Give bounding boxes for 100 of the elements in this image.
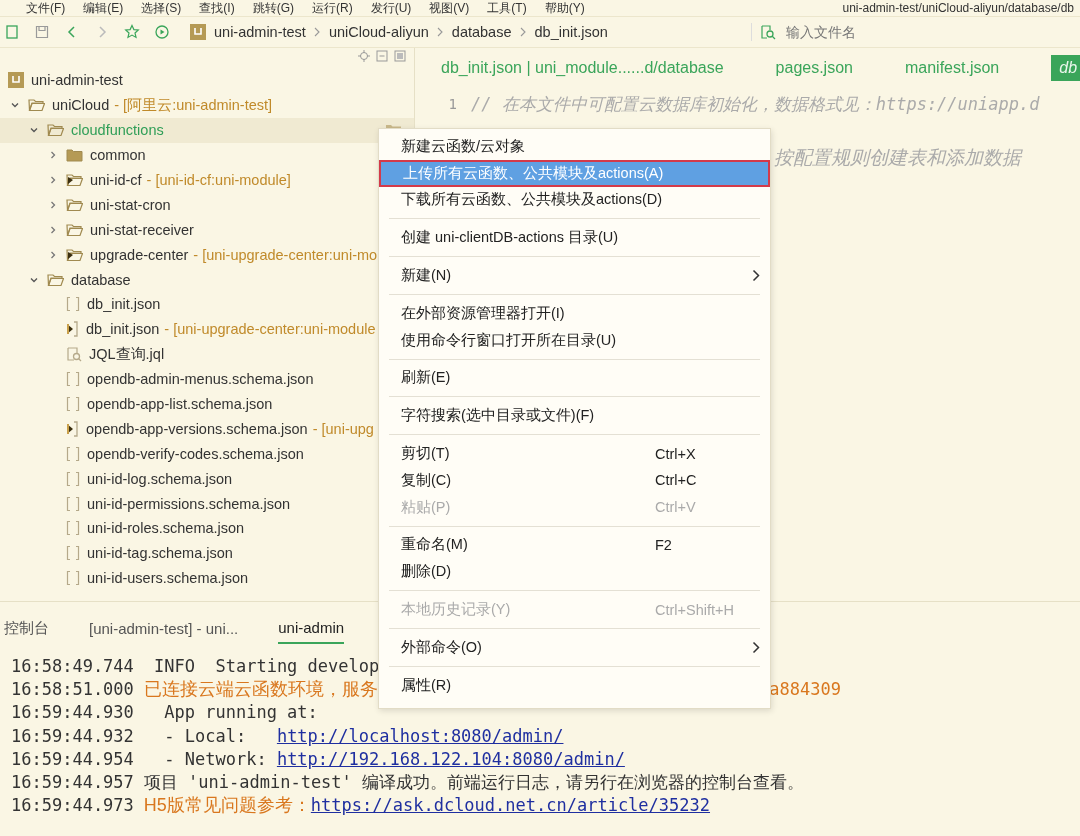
log-message: - Network: [163, 748, 268, 769]
search-field[interactable]: 输入文件名 [784, 23, 1048, 41]
log-link[interactable]: http://localhost:8080/admin/ [276, 725, 564, 746]
chevron-right-icon[interactable] [48, 175, 58, 185]
menu-item[interactable]: 帮助(Y) [544, 0, 585, 17]
tree-item[interactable]: db_init.json [0, 292, 376, 317]
tree-item[interactable]: uni-id-roles.schema.json [0, 516, 376, 541]
console-tab[interactable]: 控制台 [4, 612, 49, 644]
folder-icon [47, 123, 64, 138]
menu-item[interactable]: 在外部资源管理器打开(I) [379, 300, 770, 327]
log-time: 16:59:44.973 [11, 795, 134, 816]
tree-item[interactable]: uni-id-users.schema.json [0, 565, 376, 591]
breadcrumb-item[interactable]: db_init.json [534, 24, 608, 40]
menu-item[interactable]: 跳转(G) [252, 0, 294, 17]
log-message: INFO Starting develop [153, 655, 380, 676]
bracket-file-icon [66, 520, 80, 537]
menu-item[interactable]: 重命名(M) F2 [379, 531, 770, 559]
menu-item[interactable]: 刷新(E) [379, 364, 770, 392]
tree-item[interactable]: opendb-app-versions.schema.json - [uni-upg [0, 416, 376, 442]
tree-item[interactable]: upgrade-center - [uni-upgrade-center:uni-mo [0, 242, 376, 268]
log-time: 16:58:51.000 [11, 678, 134, 699]
folder-icon [66, 222, 83, 237]
menu-item[interactable]: 发行(U) [370, 0, 412, 17]
tree-item[interactable]: uni-stat-cron [0, 192, 376, 218]
tree-item[interactable]: opendb-admin-menus.schema.json [0, 366, 376, 392]
log-message: 项目 'uni-admin-test' 编译成功。前端运行日志，请另行在浏览器的控制台查看。 [143, 770, 805, 794]
log-time: 16:59:44.932 [11, 725, 134, 746]
folder-icon [66, 247, 83, 262]
folder-icon [66, 148, 83, 163]
shortcut-label: Ctrl+V [655, 499, 696, 516]
menu-item[interactable]: 字符搜索(选中目录或文件)(F) [379, 402, 770, 430]
line-number: 1 [447, 96, 458, 112]
log-message: 已连接云端云函数环境，服务 [143, 677, 378, 701]
window-title: uni-admin-test/uniCloud-aliyun/database/db [842, 1, 1075, 15]
log-time: 16:59:44.954 [11, 748, 134, 769]
menu-item[interactable]: 工具(T) [487, 0, 527, 17]
bracket-file-icon [66, 545, 80, 562]
shortcut-label: Ctrl+C [655, 472, 697, 489]
tree-item[interactable]: uni-id-log.schema.json [0, 466, 376, 492]
menu-item[interactable]: 属性(R) [379, 671, 770, 699]
chevron-right-icon[interactable] [48, 199, 58, 210]
save-icon[interactable] [34, 24, 50, 40]
locate-icon[interactable] [358, 50, 370, 62]
menu-item[interactable]: 文件(F) [26, 0, 66, 17]
tree-item[interactable]: db_init.json - [uni-upgrade-center:uni-module [0, 316, 376, 342]
tree-item[interactable]: JQL查询.jql [0, 341, 376, 367]
menu-item[interactable]: 选择(S) [141, 0, 182, 17]
log-message: App running at: [163, 702, 318, 723]
star-icon[interactable] [124, 24, 140, 40]
tree-item[interactable]: uni-id-cf - [uni-id-cf:uni-module] [0, 167, 376, 193]
bracket-file-icon [66, 371, 80, 388]
console-tab[interactable]: [uni-admin-test] - uni... [89, 613, 239, 643]
menu-item[interactable]: 删除(D) [379, 558, 770, 586]
breadcrumb-item[interactable]: uni-admin-test [214, 24, 306, 40]
tree-item[interactable]: opendb-app-list.schema.json [0, 391, 376, 417]
folder-icon [28, 98, 45, 113]
menu-item[interactable]: 复制(C) Ctrl+C [379, 466, 770, 494]
tree-item[interactable]: uni-id-tag.schema.json [0, 540, 376, 566]
menu-item[interactable]: 剪切(T) Ctrl+X [379, 440, 770, 467]
tree-item[interactable]: database [0, 267, 376, 292]
shortcut-label: Ctrl+X [655, 445, 696, 462]
menu-item[interactable]: 下载所有云函数、公共模块及actions(D) [379, 186, 770, 214]
tree-item[interactable]: common [0, 142, 376, 168]
menu-item[interactable]: 运行(R) [312, 0, 353, 17]
log-message: - Local: [163, 725, 248, 746]
menu-item[interactable]: 新建(N) [379, 262, 770, 289]
tree-item[interactable]: uni-admin-test [0, 68, 376, 93]
log-time: 16:59:44.957 [11, 772, 134, 793]
new-file-icon[interactable] [4, 24, 20, 40]
menu-item[interactable]: 外部命令(O) [379, 633, 770, 661]
breadcrumb-item[interactable]: uniCloud-aliyun [328, 24, 429, 40]
module-file-icon [66, 420, 79, 437]
tree-item[interactable]: uniCloud - [阿里云:uni-admin-test] [0, 92, 376, 118]
menu-item[interactable]: 编辑(E) [83, 0, 124, 17]
tree-item[interactable]: uni-stat-receiver [0, 217, 376, 243]
log-link[interactable]: https://ask.dcloud.net.cn/article/35232 [310, 795, 710, 816]
query-file-icon [66, 346, 82, 363]
menu-item[interactable]: 视图(V) [429, 0, 470, 17]
folder-icon [66, 173, 83, 187]
log-message: a884309 [769, 678, 841, 699]
tree-item[interactable]: opendb-verify-codes.schema.json [0, 441, 376, 467]
menu-item[interactable]: 使用命令行窗口打开所在目录(U) [379, 326, 770, 354]
chevron-right-icon[interactable] [48, 224, 58, 235]
chevron-right-icon[interactable] [48, 150, 58, 161]
breadcrumb-item[interactable]: database [451, 24, 512, 40]
console-tab[interactable]: uni-admin [278, 612, 345, 644]
menu-item[interactable]: 查找(I) [199, 0, 235, 17]
tree-item[interactable]: uni-id-permissions.schema.json [0, 491, 376, 517]
chevron-right-icon[interactable] [48, 249, 58, 260]
chevron-right-icon [313, 27, 321, 37]
panel-icon[interactable] [394, 50, 406, 62]
run-icon[interactable] [154, 24, 170, 40]
bracket-file-icon [66, 296, 80, 313]
bracket-file-icon [66, 495, 80, 512]
bracket-file-icon [66, 570, 80, 587]
collapse-icon[interactable] [376, 50, 388, 62]
menu-item[interactable]: 创建 uni-clientDB-actions 目录(U) [379, 224, 770, 252]
log-link[interactable]: http://192.168.122.104:8080/admin/ [276, 748, 625, 769]
chevron-right-icon [436, 27, 444, 37]
log-time: 16:59:44.930 [11, 702, 134, 723]
